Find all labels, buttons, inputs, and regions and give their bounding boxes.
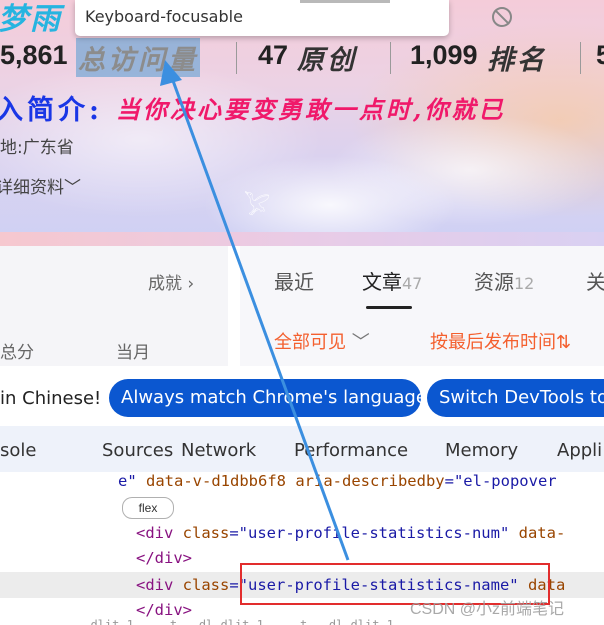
stat-rank-num: 1,099	[410, 40, 478, 70]
code-value: ="el-popover	[444, 472, 557, 490]
stat-original-name: 原创	[297, 45, 357, 76]
tab-follow[interactable]: 关	[586, 266, 604, 295]
tab-console[interactable]: sole	[0, 440, 36, 461]
switch-devtools-language-button[interactable]: Switch DevTools to	[427, 379, 604, 417]
profile-strip	[0, 232, 604, 246]
tab-performance[interactable]: Performance	[294, 440, 408, 461]
tab-follow-label: 关	[586, 270, 604, 294]
visibility-filter-dropdown[interactable]: 全部可见 ﹀	[274, 328, 370, 354]
profile-banner: 梦雨 5,861 总访问量 47 原创 1,099 排名 5 入简介: 当你决心…	[0, 0, 604, 240]
stat-divider	[236, 42, 237, 74]
stat-total-label: 总分	[0, 343, 34, 363]
tab-articles[interactable]: 文章47	[362, 266, 422, 295]
csdn-watermark: CSDN @小z前端笔记	[410, 601, 565, 618]
bird-icon: 𓅯	[244, 195, 271, 220]
code-tag: </div>	[136, 601, 192, 619]
code-line-cut-off: --dlit-1-----t---dl-dlit-1-----t---dl-dl…	[76, 618, 431, 625]
banner-logo: 梦雨	[0, 2, 62, 37]
flex-badge[interactable]: flex	[122, 497, 174, 519]
code-line-close-div[interactable]: </div>	[136, 549, 192, 567]
code-line-popover[interactable]: e" data-v-d1dbb6f8 aria-describedby="el-…	[118, 472, 557, 490]
stat-divider	[580, 42, 581, 74]
code-attr: data-v-d1dbb6f8	[146, 472, 286, 490]
stat-visits-name[interactable]: 总访问量	[76, 38, 200, 77]
tab-sources[interactable]: Sources	[102, 440, 173, 461]
chevron-down-icon: ﹀	[346, 332, 370, 353]
chevron-down-icon: ﹀	[64, 178, 81, 198]
intro-label: 入简介:	[0, 95, 103, 126]
tab-memory[interactable]: Memory	[445, 440, 518, 461]
tab-articles-count: 47	[402, 274, 423, 293]
stat-next-num: 5	[596, 40, 604, 70]
code-value: ="user-profile-statistics-num"	[229, 524, 510, 542]
chevron-right-icon: ›	[182, 274, 195, 294]
stat-rank-name: 排名	[487, 45, 547, 76]
tab-resources[interactable]: 资源12	[474, 266, 534, 295]
stat-original-num: 47	[258, 40, 289, 70]
code-line-statistics-num[interactable]: <div class="user-profile-statistics-num"…	[136, 524, 565, 542]
tooltip-top-bar	[300, 0, 390, 3]
code-line-close-div-2[interactable]: </div>	[136, 601, 192, 619]
stat-visits-num: 5,861	[0, 40, 68, 70]
tab-network[interactable]: Network	[181, 440, 256, 461]
tab-application[interactable]: Appli	[557, 440, 602, 461]
visibility-filter-label: 全部可见	[274, 332, 346, 353]
achievement-card	[0, 246, 228, 366]
tooltip-label: Keyboard-focusable	[85, 7, 243, 26]
stat-month-label: 当月	[116, 343, 150, 363]
inspect-tooltip: Keyboard-focusable	[75, 0, 512, 36]
achievement-link[interactable]: 成就 ›	[148, 269, 194, 294]
code-attr: class	[182, 524, 230, 542]
language-infobar-text: in Chinese!	[0, 388, 102, 409]
detail-info-link[interactable]: 详细资料﹀	[0, 173, 81, 198]
tab-articles-label: 文章	[362, 270, 402, 294]
code-tag: <div	[136, 524, 183, 542]
tab-resources-count: 12	[514, 274, 535, 293]
code-attr: data-	[509, 524, 566, 542]
intro-text: 当你决心要变勇敢一点时,你就已	[116, 95, 506, 124]
tab-recent[interactable]: 最近	[274, 266, 314, 295]
code-tag: </div>	[136, 549, 192, 567]
location-text: 地:广东省	[0, 138, 74, 158]
not-allowed-icon	[492, 7, 512, 27]
detail-info-label: 详细资料	[0, 178, 64, 198]
code-attr: aria-describedby	[295, 472, 445, 490]
code-tag: <div	[136, 576, 183, 594]
tab-resources-label: 资源	[474, 270, 514, 294]
achievement-label: 成就	[148, 274, 182, 294]
tab-active-indicator	[366, 306, 412, 309]
code-attr: class	[182, 576, 230, 594]
stat-divider	[390, 42, 391, 74]
code-text: e"	[118, 472, 146, 490]
tab-recent-label: 最近	[274, 270, 314, 294]
sort-filter[interactable]: 按最后发布时间⇅	[430, 328, 571, 354]
always-match-language-button[interactable]: Always match Chrome's language	[109, 379, 427, 417]
